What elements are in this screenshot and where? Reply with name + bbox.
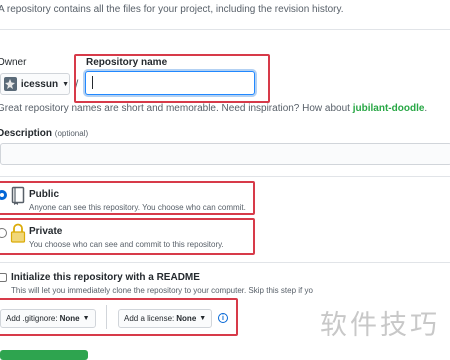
create-repository-button[interactable] [0, 350, 88, 360]
chevron-down-icon: ▼ [62, 80, 69, 88]
description-label: Description (optional) [0, 128, 88, 139]
name-suggestion-link[interactable]: jubilant-doodle [353, 103, 425, 114]
optional-tag: (optional) [54, 129, 89, 138]
readme-desc: This will let you immediately clone the … [11, 286, 313, 295]
highlight-box-public [0, 181, 255, 215]
divider [0, 29, 450, 30]
divider [0, 176, 450, 177]
intro-text: A repository contains all the files for … [0, 4, 344, 15]
readme-title: Initialize this repository with a README [11, 272, 200, 283]
description-label-text: Description [0, 128, 53, 139]
readme-checkbox[interactable] [0, 273, 7, 282]
highlight-box-repo-name [74, 54, 270, 103]
name-hint: Great repository names are short and mem… [0, 103, 427, 114]
owner-label: Owner [0, 57, 27, 68]
watermark: 软件技巧 [320, 310, 440, 340]
owner-name: icessun [20, 78, 59, 90]
name-hint-suffix: . [424, 103, 428, 114]
highlight-box-private [0, 218, 255, 255]
divider [0, 262, 450, 263]
owner-dropdown[interactable]: icessun ▼ [0, 73, 70, 95]
highlight-box-options [0, 298, 238, 336]
description-input[interactable] [0, 143, 450, 165]
avatar [4, 77, 17, 91]
name-hint-text: Great repository names are short and mem… [0, 103, 353, 114]
